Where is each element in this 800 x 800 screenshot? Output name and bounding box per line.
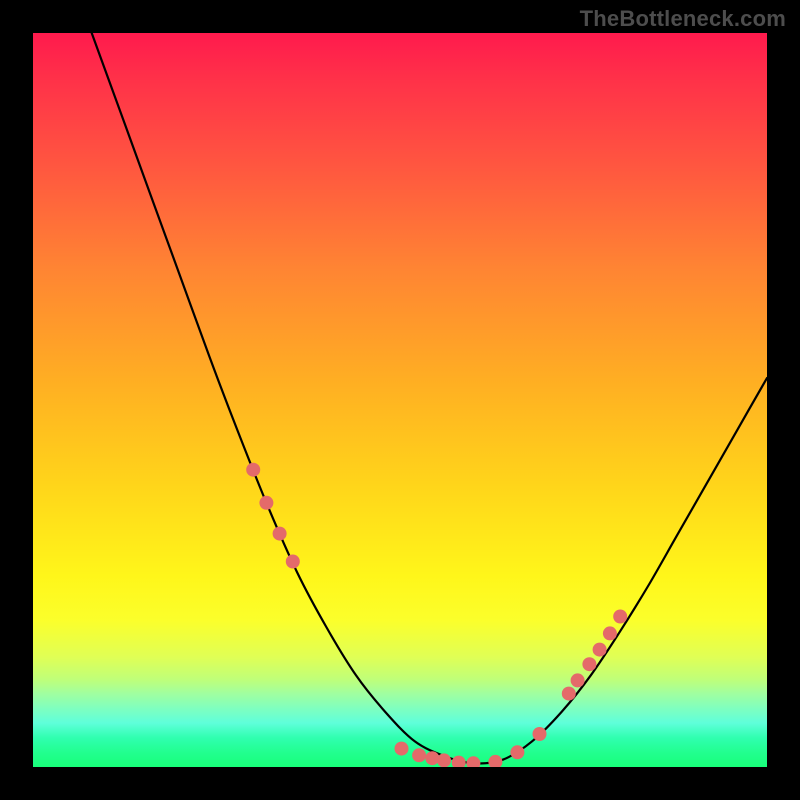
highlight-dot bbox=[603, 626, 617, 640]
highlight-dot bbox=[571, 673, 585, 687]
highlight-dot bbox=[613, 610, 627, 624]
highlight-dot bbox=[437, 753, 451, 767]
chart-frame: TheBottleneck.com bbox=[0, 0, 800, 800]
highlight-dot bbox=[246, 463, 260, 477]
marker-group bbox=[246, 463, 627, 767]
bottleneck-curve bbox=[92, 33, 767, 764]
highlight-dot bbox=[395, 742, 409, 756]
highlight-dot bbox=[582, 657, 596, 671]
highlight-dot bbox=[425, 751, 439, 765]
highlight-dot bbox=[562, 687, 576, 701]
highlight-dot bbox=[412, 748, 426, 762]
highlight-dot bbox=[533, 727, 547, 741]
highlight-dot bbox=[273, 527, 287, 541]
highlight-dot bbox=[488, 755, 502, 767]
highlight-dot bbox=[452, 756, 466, 767]
highlight-dot bbox=[510, 745, 524, 759]
watermark-text: TheBottleneck.com bbox=[580, 6, 786, 32]
highlight-dot bbox=[593, 643, 607, 657]
highlight-dot bbox=[259, 496, 273, 510]
curve-layer bbox=[33, 33, 767, 767]
highlight-dot bbox=[286, 555, 300, 569]
highlight-dot bbox=[466, 756, 480, 767]
plot-area bbox=[33, 33, 767, 767]
